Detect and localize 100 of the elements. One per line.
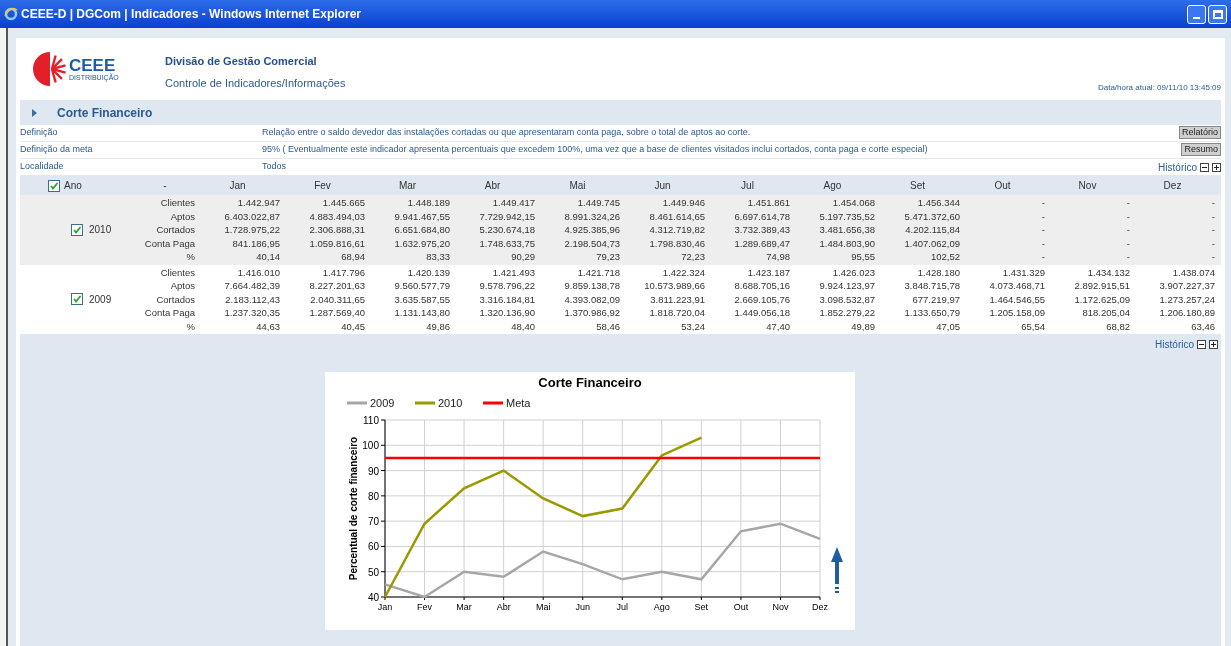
table-cell-text: 1.449.056,18 bbox=[733, 306, 790, 320]
table-cell-text: 3.635.587,55 bbox=[393, 292, 450, 307]
table-cell-text: 65,54 bbox=[1020, 319, 1045, 334]
maximize-button[interactable] bbox=[1208, 4, 1227, 24]
table-cell-text: 677.219,97 bbox=[911, 292, 960, 307]
collapse-icon[interactable] bbox=[1197, 340, 1206, 349]
table-cell-text: 90,29 bbox=[510, 250, 535, 264]
table-cell-text: 63,46 bbox=[1190, 319, 1215, 334]
table-cell-text: 68,82 bbox=[1105, 319, 1130, 334]
info-label: Definição bbox=[20, 126, 59, 140]
row-label: Aptos bbox=[169, 279, 195, 293]
division-title: Divisão de Gestão Comercial bbox=[165, 53, 318, 69]
table-cell-text: 3.098.532,87 bbox=[818, 292, 875, 307]
x-tick-label: Jan bbox=[377, 602, 392, 612]
checkbox[interactable] bbox=[71, 293, 83, 306]
info-value: Relação entre o saldo devedor das instalações cortadas ou que apresentaram conta paga, sobre o total de aptos ao corte. bbox=[262, 126, 751, 140]
table-cell-text: - bbox=[1210, 236, 1215, 251]
column-header: Jun bbox=[653, 179, 672, 193]
table-cell-text: 1.449.417 bbox=[491, 196, 535, 210]
column-header: Jan bbox=[228, 179, 247, 193]
table-cell-text: 1.445.665 bbox=[321, 196, 365, 210]
table-cell-text: 2.306.888,31 bbox=[308, 223, 365, 237]
table-cell-text: 1.454.068 bbox=[831, 196, 875, 210]
column-header: Ano bbox=[64, 179, 82, 193]
table-cell-text: 5.230.674,18 bbox=[478, 223, 535, 237]
table-cell-text: 1.442.947 bbox=[236, 196, 280, 210]
table-cell-text: 95,55 bbox=[850, 250, 875, 264]
x-tick-label: Mar bbox=[455, 602, 472, 612]
table-cell-text: 1.464.546,55 bbox=[988, 292, 1045, 307]
column-header: - bbox=[162, 179, 168, 193]
expand-icon[interactable] bbox=[1212, 162, 1221, 172]
table-cell-text: 4.883.494,03 bbox=[308, 209, 365, 224]
info-value: Todos bbox=[262, 160, 287, 174]
table-cell-text: 9.578.796,22 bbox=[478, 279, 535, 293]
table-cell-text: 1.423.187 bbox=[746, 265, 790, 280]
table-cell-text: 1.448.189 bbox=[406, 196, 450, 210]
table-cell-text: - bbox=[1040, 236, 1045, 251]
table-cell-text: 49,89 bbox=[850, 319, 875, 334]
action-button[interactable]: Resumo bbox=[1181, 143, 1221, 157]
table-cell-text: 1.059.816,61 bbox=[308, 236, 365, 251]
table-cell-text: 3.907.227,37 bbox=[1158, 279, 1215, 293]
x-tick-label: Jun bbox=[574, 602, 590, 612]
checkbox[interactable] bbox=[71, 223, 83, 236]
current-datetime: Data/hora atual: 09/11/10 13:45:09 bbox=[1097, 82, 1221, 94]
table-cell-text: - bbox=[1210, 223, 1215, 237]
table-cell-text: - bbox=[1125, 223, 1130, 237]
table-cell-text: 72,23 bbox=[680, 250, 705, 264]
table-cell-text: 5.197.735,52 bbox=[818, 209, 875, 224]
scroll-up-icon[interactable] bbox=[830, 547, 843, 593]
table-cell-text: 8.991.324,26 bbox=[563, 209, 620, 224]
minimize-button[interactable] bbox=[1187, 4, 1206, 24]
y-tick-label: 60 bbox=[367, 541, 379, 553]
table-cell-text: 1.421.718 bbox=[576, 265, 620, 280]
table-cell-text: 2.669.105,76 bbox=[733, 292, 790, 307]
table-cell-text: 1.205.158,09 bbox=[988, 306, 1045, 320]
table-cell-text: - bbox=[1125, 196, 1130, 210]
table-cell-text: - bbox=[1040, 250, 1045, 264]
table-cell-text: 4.202.115,84 bbox=[904, 223, 960, 237]
table-cell-text: 2.183.112,43 bbox=[224, 292, 280, 307]
table-cell-text: 1.431.329 bbox=[1001, 265, 1045, 280]
column-header: Fev bbox=[313, 179, 332, 193]
table-cell-text: 1.237.320,35 bbox=[223, 306, 280, 320]
table-cell-text: 1.416.010 bbox=[236, 265, 280, 280]
table-cell-text: - bbox=[1040, 209, 1045, 224]
checkbox[interactable] bbox=[48, 179, 60, 192]
table-cell-text: 74,98 bbox=[765, 250, 790, 264]
table-cell-text: - bbox=[1125, 236, 1130, 251]
caret-right-icon[interactable] bbox=[32, 108, 38, 117]
table-cell-text: 2.198.504,73 bbox=[563, 236, 620, 251]
table-cell-text: 1.421.493 bbox=[491, 265, 535, 280]
collapse-icon[interactable] bbox=[1200, 162, 1209, 172]
table-cell-text: 1.131.143,80 bbox=[393, 306, 450, 320]
table-cell-text: 1.133.650,79 bbox=[903, 306, 960, 320]
x-tick-label: Ago bbox=[653, 602, 670, 612]
action-button[interactable]: Relatório bbox=[1178, 126, 1221, 140]
x-tick-label: Dez bbox=[811, 602, 828, 612]
expand-icon[interactable] bbox=[1209, 340, 1218, 349]
table-cell-text: 9.941.467,55 bbox=[393, 209, 450, 224]
table-cell-text: 1.320.136,90 bbox=[478, 306, 535, 320]
history-link[interactable]: Histórico bbox=[1158, 159, 1197, 175]
table-cell-text: 1.172.625,09 bbox=[1073, 292, 1130, 307]
column-header: Nov bbox=[1077, 179, 1098, 193]
table-cell-text: 3.316.184,81 bbox=[478, 292, 535, 307]
table-cell-text: 1.451.861 bbox=[746, 196, 790, 210]
info-label: Localidade bbox=[20, 160, 65, 174]
x-tick-label: Mai bbox=[535, 602, 550, 612]
table-cell-text: - bbox=[1040, 196, 1045, 210]
table-cell-text: 7.729.942,15 bbox=[478, 209, 535, 224]
table-cell-text: 1.456.344 bbox=[916, 196, 960, 210]
table-cell-text: 9.924.123,97 bbox=[818, 279, 875, 293]
table-cell-text: - bbox=[1125, 209, 1130, 224]
table-cell-text: 83,33 bbox=[425, 250, 450, 264]
table-cell-text: 1.289.689,47 bbox=[733, 236, 790, 251]
table-cell-text: 1.417.796 bbox=[321, 265, 365, 280]
table-cell-text: 44,63 bbox=[255, 319, 280, 334]
y-tick-label: 100 bbox=[361, 440, 379, 452]
table-cell-text: 1.728.975,22 bbox=[223, 223, 280, 237]
table-cell-text: 47,40 bbox=[765, 319, 790, 334]
history-link[interactable]: Histórico bbox=[1155, 337, 1194, 352]
table-cell-text: - bbox=[1210, 250, 1215, 264]
